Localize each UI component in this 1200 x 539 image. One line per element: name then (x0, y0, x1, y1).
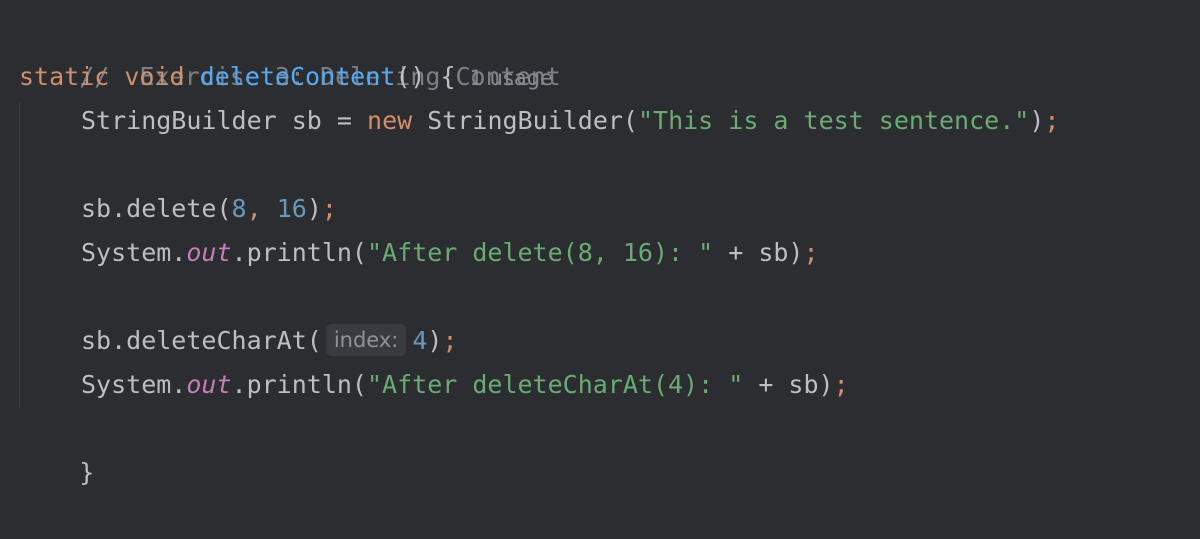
code-line-method-signature[interactable]: static void deleteContent() {1 usage (19, 55, 553, 99)
string-literal: "After delete(8, 16): " (366, 238, 714, 267)
code-line-println-2[interactable]: System.out.println("After deleteCharAt(4… (19, 363, 849, 407)
method-params: () (395, 62, 426, 91)
open-brace: { (440, 62, 456, 91)
code-line-declaration[interactable]: StringBuilder sb = new StringBuilder("Th… (19, 99, 1059, 143)
semicolon: ; (833, 370, 849, 399)
code-line-deletecharat-call[interactable]: sb.deleteCharAt(index: 4); (19, 319, 458, 363)
println-call: .println( (231, 238, 367, 267)
keyword-void: void (124, 62, 185, 91)
number-literal: 8 (231, 194, 247, 223)
println-call: .println( (231, 370, 367, 399)
type-name: StringBuilder (81, 106, 277, 135)
code-line-closing-brace[interactable]: } (19, 407, 94, 487)
keyword-static: static (19, 62, 110, 91)
assign-operator: = (336, 106, 352, 135)
system-class: System. (81, 370, 187, 399)
concat-expression: + sb) (713, 238, 804, 267)
usage-hint[interactable]: 1 usage (470, 66, 553, 90)
semicolon: ; (321, 194, 337, 223)
code-editor[interactable]: // Exercise 3: Deleting Content static v… (0, 0, 1200, 487)
semicolon: ; (1044, 106, 1060, 135)
close-paren: ) (427, 326, 443, 355)
keyword-new: new (367, 106, 413, 135)
number-literal: 16 (276, 194, 307, 223)
close-brace: } (79, 458, 95, 487)
code-line-comment[interactable]: // Exercise 3: Deleting Content (19, 11, 561, 91)
string-literal: "This is a test sentence." (637, 106, 1030, 135)
comma: , (246, 194, 262, 223)
deletecharat-call-prefix: sb.deleteCharAt( (81, 326, 322, 355)
static-field-out: out (186, 370, 232, 399)
method-name[interactable]: deleteContent (200, 62, 396, 91)
string-literal: "After deleteCharAt(4): " (366, 370, 744, 399)
close-paren: ) (306, 194, 322, 223)
number-literal: 4 (412, 326, 428, 355)
variable-name: sb (291, 106, 322, 135)
semicolon: ; (803, 238, 819, 267)
code-line-delete-call[interactable]: sb.delete(8, 16); (19, 187, 337, 231)
code-line-println-1[interactable]: System.out.println("After delete(8, 16):… (19, 231, 819, 275)
concat-expression: + sb) (743, 370, 834, 399)
close-paren: ) (1029, 106, 1045, 135)
delete-call-prefix: sb.delete( (81, 194, 232, 223)
semicolon: ; (442, 326, 458, 355)
static-field-out: out (186, 238, 232, 267)
parameter-hint: index: (325, 324, 407, 356)
constructor-call: StringBuilder( (427, 106, 638, 135)
system-class: System. (81, 238, 187, 267)
